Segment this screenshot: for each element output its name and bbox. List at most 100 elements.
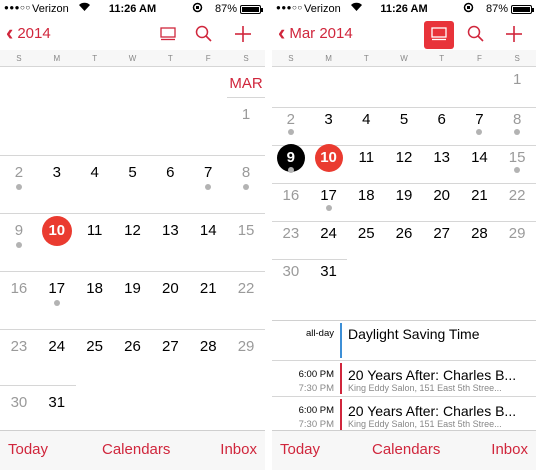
weekday-label: F <box>205 54 211 63</box>
date-cell[interactable]: 8 <box>227 164 265 182</box>
event-dot <box>287 129 294 135</box>
date-cell[interactable]: 9 <box>0 222 38 240</box>
date-cell[interactable]: 2 <box>0 164 38 182</box>
date-cell[interactable]: 1 <box>227 106 265 124</box>
today-date-cell[interactable]: 10 <box>314 144 343 172</box>
date-cell[interactable]: 23 <box>272 225 310 243</box>
date-cell[interactable]: 23 <box>0 338 38 356</box>
date-cell[interactable]: 26 <box>114 338 152 356</box>
date-cell[interactable]: 2 <box>272 111 310 129</box>
date-cell[interactable]: 25 <box>347 225 385 243</box>
date-cell[interactable]: 19 <box>114 280 152 298</box>
calendar-color-bar <box>340 399 342 430</box>
nav-bar: ‹ Mar 2014 <box>272 18 536 50</box>
event-title: 20 Years After: Charles B... <box>348 403 517 419</box>
date-cell[interactable]: 11 <box>76 222 114 240</box>
date-cell[interactable]: 3 <box>38 164 76 182</box>
date-cell[interactable]: 31 <box>38 394 76 412</box>
date-cell[interactable]: 11 <box>347 149 385 167</box>
date-cell[interactable]: 16 <box>0 280 38 298</box>
today-date-cell[interactable]: 10 <box>41 216 72 246</box>
add-event-button[interactable] <box>504 24 526 46</box>
calendars-button[interactable]: Calendars <box>372 441 440 458</box>
date-cell[interactable]: 28 <box>189 338 227 356</box>
date-cell[interactable]: 19 <box>385 187 423 205</box>
date-cell[interactable]: 22 <box>227 280 265 298</box>
today-button[interactable]: Today <box>280 441 320 458</box>
date-cell[interactable]: 4 <box>347 111 385 129</box>
date-cell[interactable]: 17 <box>310 187 348 205</box>
date-cell[interactable]: 14 <box>189 222 227 240</box>
event-list: all-day Daylight Saving Time 6:00 PM 7:30 P… <box>272 320 536 433</box>
back-button[interactable]: ‹ Mar 2014 <box>278 22 353 44</box>
back-button[interactable]: ‹ 2014 <box>6 22 51 44</box>
event-row[interactable]: 6:00 PM 7:30 PM 20 Years After: Charles B.… <box>272 397 536 433</box>
date-cell[interactable]: 31 <box>310 263 348 281</box>
date-cell[interactable]: 25 <box>76 338 114 356</box>
date-cell[interactable]: 17 <box>38 280 76 298</box>
calendars-button[interactable]: Calendars <box>102 441 170 458</box>
date-cell[interactable]: 30 <box>272 263 310 281</box>
date-cell[interactable]: 1 <box>498 71 536 89</box>
list-view-toggle[interactable] <box>158 24 180 46</box>
date-cell[interactable]: 20 <box>151 280 189 298</box>
date-cell[interactable]: 7 <box>189 164 227 182</box>
date-cell[interactable]: 12 <box>385 149 423 167</box>
date-cell[interactable]: 6 <box>151 164 189 182</box>
date-cell[interactable]: 29 <box>498 225 536 243</box>
date-cell[interactable]: 29 <box>227 338 265 356</box>
date-cell[interactable]: 21 <box>461 187 499 205</box>
bottom-toolbar: Today Calendars Inbox <box>0 430 265 470</box>
date-cell[interactable]: 7 <box>461 111 499 129</box>
event-row[interactable]: 6:00 PM 7:30 PM 20 Years After: Charles B.… <box>272 361 536 397</box>
search-button[interactable] <box>466 24 488 46</box>
date-cell[interactable]: 14 <box>461 149 499 167</box>
date-cell[interactable]: 8 <box>498 111 536 129</box>
date-cell[interactable]: 20 <box>423 187 461 205</box>
date-cell[interactable]: 30 <box>0 394 38 412</box>
date-cell[interactable]: 21 <box>189 280 227 298</box>
search-button[interactable] <box>194 24 216 46</box>
date-cell[interactable]: 13 <box>151 222 189 240</box>
date-cell[interactable]: 12 <box>114 222 152 240</box>
add-event-button[interactable] <box>233 24 255 46</box>
week-divider <box>272 145 536 146</box>
date-cell[interactable]: 27 <box>151 338 189 356</box>
date-cell[interactable]: 24 <box>310 225 348 243</box>
date-cell[interactable]: 18 <box>76 280 114 298</box>
date-cell[interactable]: 4 <box>76 164 114 182</box>
inbox-button[interactable]: Inbox <box>491 441 528 458</box>
weekday-label: T <box>439 54 445 63</box>
date-cell[interactable]: 3 <box>310 111 348 129</box>
weekday-header: SMTWTFS <box>272 50 536 67</box>
date-cell[interactable]: 18 <box>347 187 385 205</box>
rotation-lock-icon <box>192 2 203 16</box>
calendar-color-bar <box>340 323 342 358</box>
date-cell[interactable]: 5 <box>114 164 152 182</box>
date-cell[interactable]: 28 <box>461 225 499 243</box>
week-divider <box>0 213 265 214</box>
date-cell[interactable]: 13 <box>423 149 461 167</box>
list-view-toggle-active[interactable] <box>424 21 454 49</box>
weekday-label: T <box>363 54 369 63</box>
search-icon <box>467 25 484 42</box>
date-cell[interactable]: 24 <box>38 338 76 356</box>
today-button[interactable]: Today <box>8 441 48 458</box>
date-cell[interactable]: 16 <box>272 187 310 205</box>
week-divider <box>0 385 76 386</box>
date-cell[interactable]: 6 <box>423 111 461 129</box>
inbox-button[interactable]: Inbox <box>220 441 257 458</box>
week-divider <box>272 221 536 222</box>
event-end-time: 7:30 PM <box>298 383 334 394</box>
date-cell[interactable]: 22 <box>498 187 536 205</box>
date-cell[interactable]: 15 <box>498 149 536 167</box>
event-row[interactable]: all-day Daylight Saving Time <box>272 321 536 361</box>
event-dot <box>325 205 332 211</box>
date-cell[interactable]: 27 <box>423 225 461 243</box>
event-start-time: 6:00 PM <box>298 369 334 380</box>
date-cell[interactable]: 15 <box>227 222 265 240</box>
battery-icon <box>511 5 534 14</box>
date-cell[interactable]: 26 <box>385 225 423 243</box>
date-cell[interactable]: 5 <box>385 111 423 129</box>
nav-bar: ‹ 2014 <box>0 18 265 50</box>
